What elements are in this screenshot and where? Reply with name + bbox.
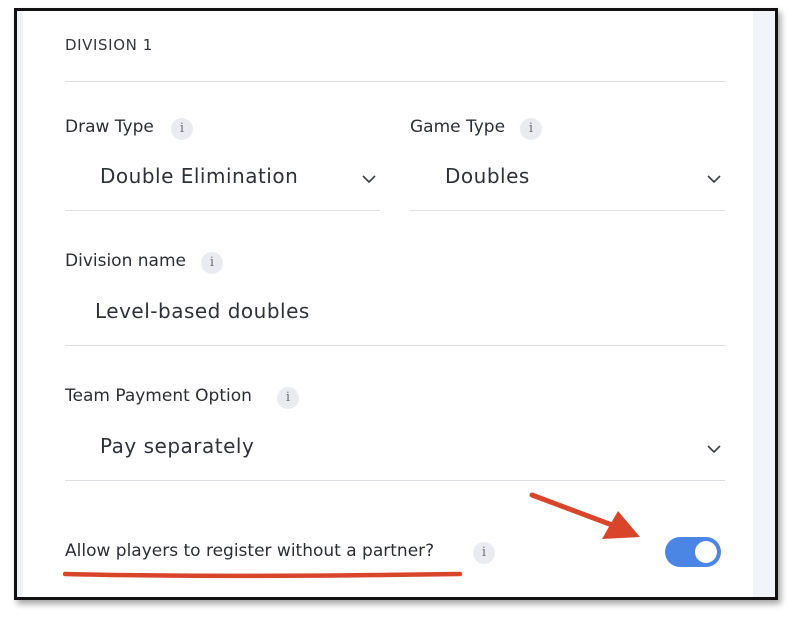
draw-type-value: Double Elimination: [100, 164, 299, 188]
game-type-label: Game Type: [410, 117, 506, 137]
allow-no-partner-info-icon[interactable]: i: [473, 542, 495, 564]
screenshot-frame: DIVISION 1 Draw Type i Double Eliminatio…: [14, 8, 778, 600]
division-card: DIVISION 1 Draw Type i Double Eliminatio…: [23, 11, 753, 597]
annotation-underline: [63, 571, 463, 579]
team-payment-underline: [65, 480, 725, 481]
division-name-value: Level-based doubles: [95, 299, 310, 323]
draw-type-info-icon[interactable]: i: [171, 118, 193, 140]
game-type-value: Doubles: [445, 164, 530, 188]
annotation-arrow-icon: [529, 492, 640, 539]
team-payment-label: Team Payment Option: [65, 386, 252, 406]
game-type-info-icon[interactable]: i: [520, 118, 542, 140]
division-name-input[interactable]: Level-based doubles: [65, 286, 725, 346]
page-background-strip: [753, 11, 775, 597]
chevron-down-icon: [362, 175, 376, 184]
division-name-underline: [65, 345, 725, 346]
game-type-underline: [410, 210, 725, 211]
draw-type-select[interactable]: Double Elimination: [65, 151, 380, 211]
team-payment-info-icon[interactable]: i: [277, 387, 299, 409]
chevron-down-icon: [707, 445, 721, 454]
division-name-info-icon[interactable]: i: [201, 252, 223, 274]
chevron-down-icon: [707, 175, 721, 184]
game-type-select[interactable]: Doubles: [410, 151, 725, 211]
draw-type-underline: [65, 210, 380, 211]
team-payment-value: Pay separately: [100, 434, 255, 458]
title-divider: [65, 81, 725, 82]
toggle-knob: [695, 541, 717, 563]
team-payment-select[interactable]: Pay separately: [65, 421, 725, 481]
draw-type-label: Draw Type: [65, 117, 154, 137]
allow-no-partner-label: Allow players to register without a part…: [65, 541, 435, 561]
allow-no-partner-toggle[interactable]: [665, 537, 721, 567]
division-title: DIVISION 1: [65, 36, 153, 54]
division-name-label: Division name: [65, 251, 186, 271]
